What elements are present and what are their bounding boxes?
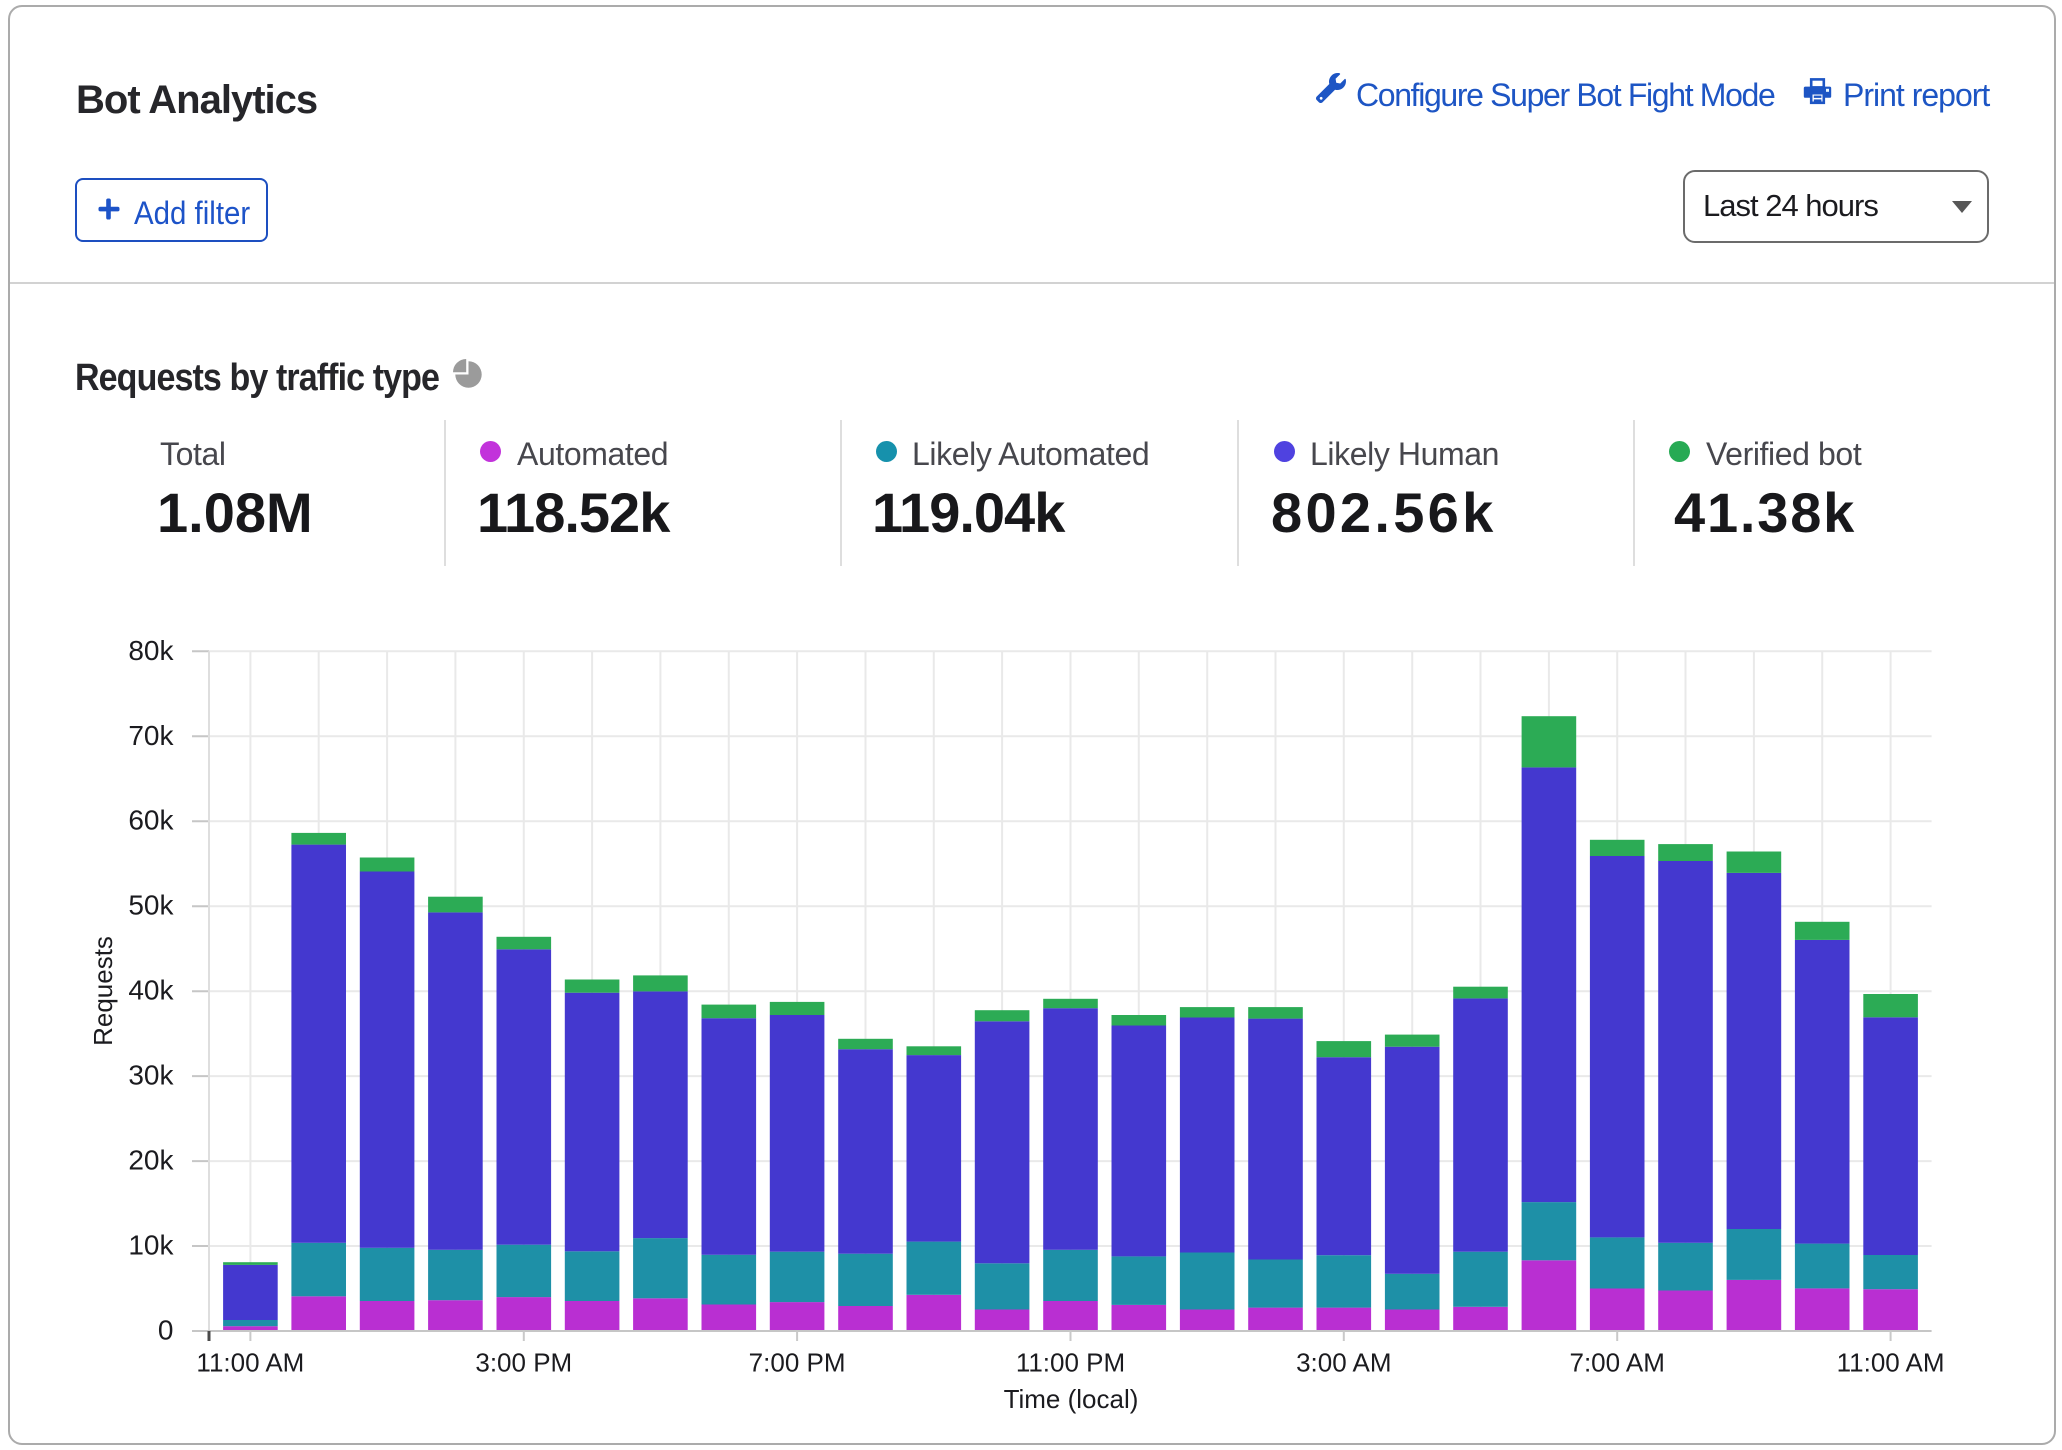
svg-text:11:00 AM: 11:00 AM xyxy=(196,1348,304,1378)
svg-text:60k: 60k xyxy=(128,805,174,836)
svg-text:7:00 PM: 7:00 PM xyxy=(749,1348,846,1378)
svg-text:Requests: Requests xyxy=(88,936,118,1046)
svg-text:11:00 PM: 11:00 PM xyxy=(1016,1348,1125,1378)
svg-text:Time (local): Time (local) xyxy=(1004,1384,1139,1414)
svg-text:70k: 70k xyxy=(128,720,174,751)
svg-text:3:00 AM: 3:00 AM xyxy=(1296,1348,1391,1378)
svg-text:30k: 30k xyxy=(128,1060,174,1091)
svg-text:7:00 AM: 7:00 AM xyxy=(1569,1348,1664,1378)
svg-text:10k: 10k xyxy=(128,1230,174,1261)
svg-text:0: 0 xyxy=(158,1315,174,1346)
svg-text:50k: 50k xyxy=(128,890,174,921)
svg-text:40k: 40k xyxy=(128,975,174,1006)
svg-text:80k: 80k xyxy=(128,635,174,666)
svg-text:3:00 PM: 3:00 PM xyxy=(475,1348,572,1378)
svg-text:11:00 AM: 11:00 AM xyxy=(1837,1348,1945,1378)
svg-text:20k: 20k xyxy=(128,1145,174,1176)
